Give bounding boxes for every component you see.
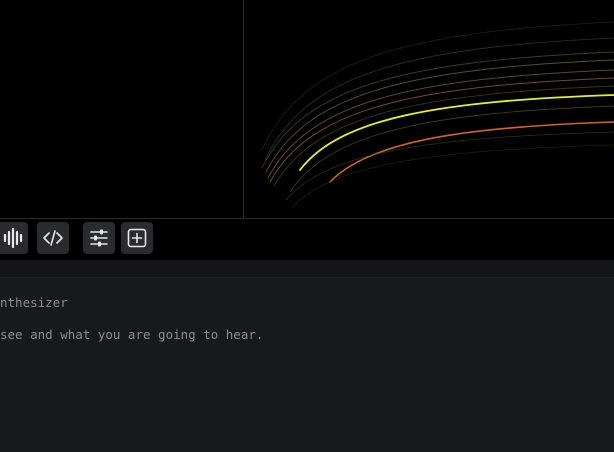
curve xyxy=(264,37,614,161)
toolbar xyxy=(0,219,614,260)
add-button[interactable] xyxy=(121,222,153,254)
curve xyxy=(285,131,614,201)
highlight-curve xyxy=(329,121,614,183)
plus-square-icon xyxy=(127,228,147,248)
description-title: nthesizer xyxy=(0,295,68,310)
visualizer-panel xyxy=(0,0,614,219)
waveform-button[interactable] xyxy=(0,222,28,254)
code-button[interactable] xyxy=(37,222,69,254)
description-text: see and what you are going to hear. xyxy=(0,327,264,342)
curve xyxy=(289,105,614,193)
curve xyxy=(265,59,614,173)
waveform-icon xyxy=(3,227,23,249)
sliders-icon xyxy=(90,229,108,247)
code-icon xyxy=(43,230,63,246)
description-panel: nthesizer see and what you are going to … xyxy=(0,278,614,452)
toolbar-separator-strip xyxy=(0,260,614,278)
highlight-curve xyxy=(299,94,614,171)
settings-button[interactable] xyxy=(83,222,115,254)
curve xyxy=(291,144,614,209)
oscilloscope-curves xyxy=(261,21,614,209)
curve xyxy=(269,77,614,183)
